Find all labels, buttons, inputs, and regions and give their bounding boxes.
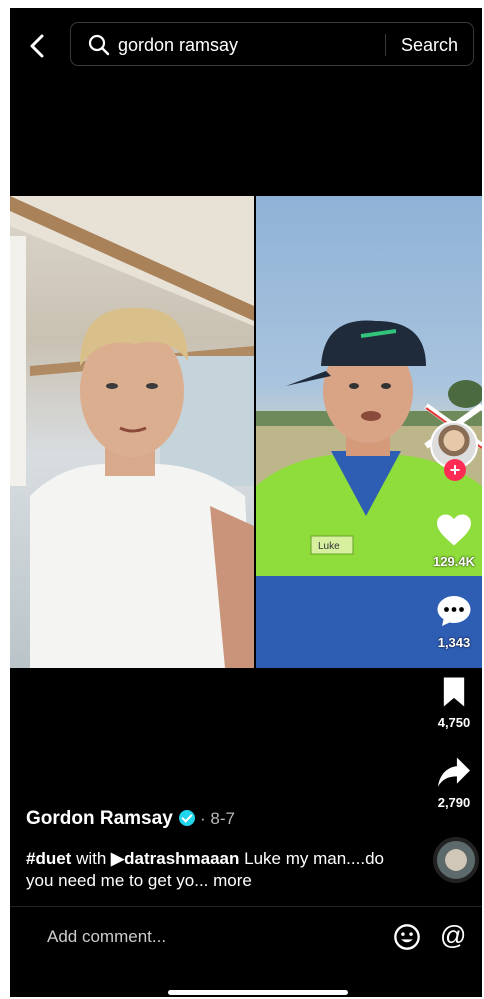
- bookmark-count: 4,750: [437, 715, 471, 730]
- search-button[interactable]: Search: [401, 35, 458, 56]
- comment-bar: Add comment... @: [10, 906, 482, 967]
- name-tag-text: Luke: [318, 541, 340, 552]
- bookmark-icon: [443, 677, 465, 707]
- comment-count: 1,343: [437, 635, 471, 650]
- author-avatar[interactable]: +: [430, 421, 478, 481]
- back-icon: [30, 34, 44, 58]
- search-bar[interactable]: gordon ramsay Search: [70, 22, 474, 66]
- comment-input[interactable]: Add comment...: [47, 927, 166, 947]
- search-input[interactable]: gordon ramsay: [118, 35, 238, 56]
- verified-icon: [178, 810, 195, 826]
- hashtag-link[interactable]: #duet: [26, 849, 71, 868]
- heart-icon: [437, 514, 471, 546]
- author-line: Gordon Ramsay · 8-7: [26, 808, 235, 830]
- share-button[interactable]: 2,790: [424, 756, 482, 810]
- mention-username: datrashmaaan: [124, 849, 240, 868]
- with-text: with: [76, 849, 107, 868]
- like-count: 129.4K: [433, 554, 475, 569]
- post-date: · 8-7: [200, 809, 236, 828]
- more-link[interactable]: more: [213, 871, 252, 890]
- search-divider: [385, 34, 386, 56]
- phone-screen: gordon ramsay Search Luke + 129.4K 1,343…: [10, 8, 482, 997]
- author-name[interactable]: Gordon Ramsay: [26, 808, 173, 829]
- emoji-icon[interactable]: [393, 923, 421, 951]
- plus-icon: +: [449, 460, 461, 480]
- comment-icon: [437, 596, 471, 626]
- share-icon: [438, 757, 470, 787]
- music-disc[interactable]: [433, 837, 479, 883]
- search-icon: [88, 34, 110, 56]
- like-button[interactable]: 129.4K: [424, 513, 482, 569]
- at-icon[interactable]: @: [440, 920, 466, 951]
- comment-button[interactable]: 1,343: [424, 594, 482, 650]
- follow-button[interactable]: +: [444, 459, 466, 481]
- duet-left-video: [10, 196, 254, 668]
- back-button[interactable]: [26, 32, 50, 60]
- mention-link[interactable]: ▶datrashmaaan: [111, 849, 239, 868]
- post-caption[interactable]: #duet with ▶datrashmaaan Luke my man....…: [26, 848, 386, 892]
- bookmark-button[interactable]: 4,750: [424, 676, 482, 730]
- home-indicator: [168, 990, 348, 995]
- video-player[interactable]: Luke: [10, 196, 482, 668]
- share-count: 2,790: [437, 795, 471, 810]
